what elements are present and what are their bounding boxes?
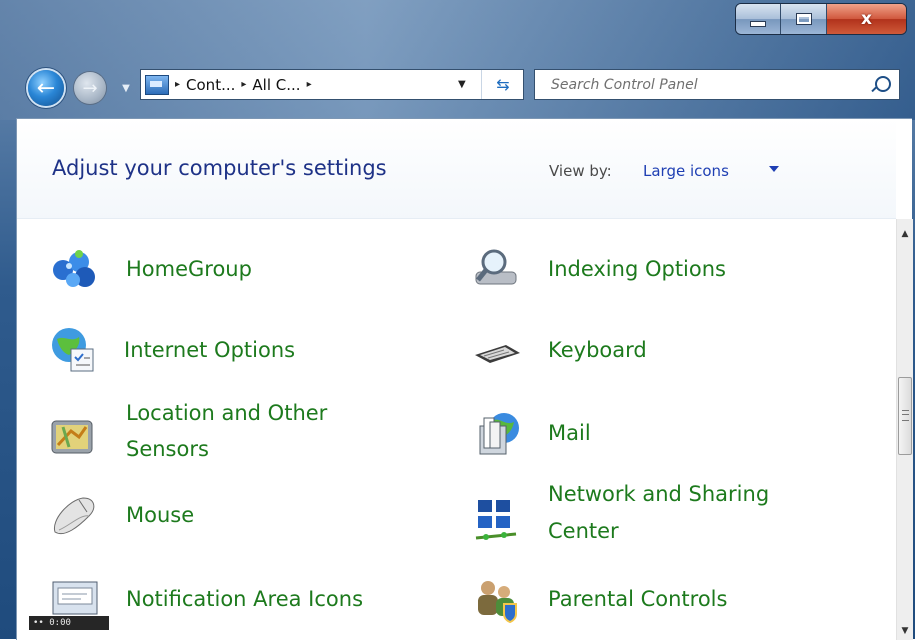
vertical-scrollbar[interactable]: ▲ ▼ <box>896 219 913 640</box>
item-label[interactable]: Keyboard <box>548 332 647 368</box>
refresh-button[interactable]: ⇆ <box>481 70 524 99</box>
scroll-up-arrow-icon[interactable]: ▲ <box>897 225 913 243</box>
scrollbar-thumb[interactable] <box>898 377 912 455</box>
mail-icon <box>479 413 519 455</box>
internet-options-icon <box>52 328 94 372</box>
item-label[interactable]: Mail <box>548 415 591 451</box>
forward-arrow-icon: → <box>82 77 98 99</box>
network-sharing-icon <box>475 500 517 540</box>
item-homegroup[interactable]: HomeGroup <box>49 244 252 294</box>
breadcrumb-separator-icon[interactable]: ▸ <box>307 79 312 90</box>
view-by-dropdown[interactable]: Large icons <box>643 162 729 180</box>
homegroup-icon <box>53 250 95 287</box>
back-button[interactable]: ← <box>28 70 64 106</box>
item-label-wrap: Location and Other Sensors <box>126 395 366 467</box>
item-parental-controls[interactable]: Parental Controls <box>472 574 727 624</box>
close-button[interactable]: x <box>826 4 906 34</box>
address-dropdown-icon[interactable]: ▼ <box>458 79 466 90</box>
item-label[interactable]: Network and Sharing Center <box>548 476 828 550</box>
control-panel-items: HomeGroup Indexing Options Internet Opti… <box>17 219 879 640</box>
content-pane: Adjust your computer's settings View by:… <box>16 118 913 640</box>
grip-icon <box>902 410 909 421</box>
forward-button[interactable]: → <box>74 72 106 104</box>
parental-controls-icon <box>478 581 517 624</box>
back-arrow-icon: ← <box>36 75 56 101</box>
view-by-label: View by: <box>549 162 612 180</box>
address-bar[interactable]: ▸ Cont... ▸ All C... ▸ <box>140 69 524 100</box>
indexing-options-icon <box>475 249 517 285</box>
search-input[interactable] <box>549 75 853 94</box>
item-network-sharing[interactable]: Network and Sharing Center <box>472 482 828 550</box>
maximize-icon <box>795 13 812 25</box>
item-label[interactable]: Notification Area Icons <box>126 581 363 617</box>
keyboard-icon <box>475 345 520 363</box>
control-panel-icon <box>145 74 169 95</box>
breadcrumb-separator-icon: ▸ <box>175 79 181 90</box>
maximize-button[interactable] <box>781 4 827 34</box>
item-label[interactable]: Location and Other Sensors <box>126 395 366 467</box>
minimize-button[interactable] <box>736 4 782 34</box>
item-keyboard[interactable]: Keyboard <box>472 325 647 375</box>
item-indexing-options[interactable]: Indexing Options <box>472 244 726 294</box>
status-chip: •• 0:00 <box>29 616 109 630</box>
item-internet-options[interactable]: Internet Options <box>49 325 295 375</box>
close-icon: x <box>860 9 872 29</box>
breadcrumb-all-items[interactable]: All C... <box>252 76 300 94</box>
search-icon[interactable] <box>875 76 891 92</box>
window-frame: x ← → ▼ ▸ Cont... ▸ All C... ▸ ▼ ⇆ Adjus… <box>0 0 915 640</box>
header-band: Adjust your computer's settings View by:… <box>17 119 896 219</box>
breadcrumb-control-panel[interactable]: Cont... <box>186 76 235 94</box>
item-location-sensors[interactable]: Location and Other Sensors <box>49 401 366 467</box>
refresh-icon: ⇆ <box>496 75 510 94</box>
breadcrumb-separator-icon: ▸ <box>241 79 247 90</box>
caption-buttons: x <box>736 4 906 34</box>
item-label-wrap: Network and Sharing Center <box>548 476 828 550</box>
item-mail[interactable]: Mail <box>472 408 591 458</box>
search-box[interactable] <box>534 69 900 100</box>
item-mouse[interactable]: Mouse <box>49 490 194 540</box>
mouse-icon <box>53 497 95 534</box>
item-label[interactable]: HomeGroup <box>126 251 252 287</box>
item-label[interactable]: Parental Controls <box>548 581 727 617</box>
minimize-icon <box>750 21 767 27</box>
item-label[interactable]: Mouse <box>126 497 194 533</box>
item-label[interactable]: Internet Options <box>124 332 295 368</box>
chevron-down-icon[interactable] <box>769 166 779 172</box>
scroll-down-arrow-icon[interactable]: ▼ <box>897 622 913 640</box>
item-label[interactable]: Indexing Options <box>548 251 726 287</box>
location-sensors-icon <box>51 420 93 454</box>
recent-pages-dropdown[interactable]: ▼ <box>120 80 132 96</box>
page-title: Adjust your computer's settings <box>52 156 387 180</box>
